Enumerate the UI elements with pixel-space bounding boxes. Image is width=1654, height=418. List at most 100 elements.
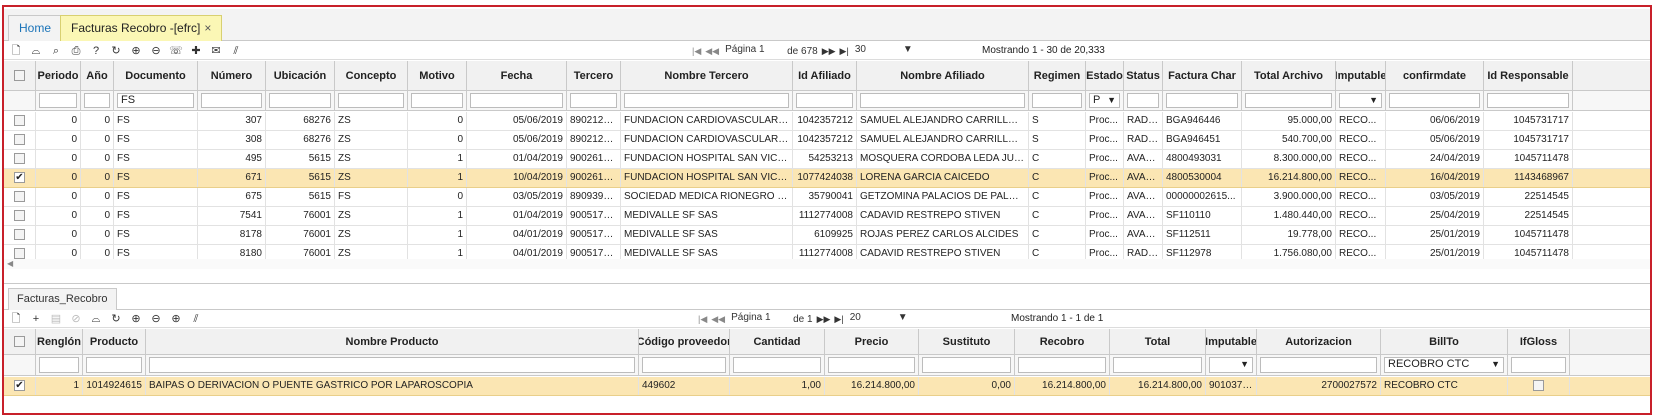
- save-icon[interactable]: ▤: [46, 311, 66, 327]
- column-filter-input[interactable]: [1260, 357, 1377, 373]
- column-filter-input[interactable]: [39, 357, 79, 373]
- table-row[interactable]: 0 0 FS 7541 76001 ZS 1 01/04/2019 9005179... MEDI…: [4, 207, 1650, 226]
- plus-circle-icon[interactable]: ⊕: [166, 311, 186, 327]
- last-page-icon[interactable]: ▶|: [834, 314, 843, 325]
- column-header[interactable]: Producto: [83, 329, 146, 354]
- select-all-checkbox-cell[interactable]: [4, 61, 36, 90]
- column-header[interactable]: Imputable: [1206, 329, 1257, 354]
- column-header[interactable]: Total Archivo: [1242, 61, 1336, 90]
- column-header[interactable]: Precio: [825, 329, 919, 354]
- column-header[interactable]: Id Afiliado: [793, 61, 857, 90]
- help-icon[interactable]: ?: [86, 43, 106, 59]
- column-header[interactable]: IfGloss: [1508, 329, 1570, 354]
- refresh-icon[interactable]: ↻: [106, 43, 126, 59]
- column-filter-input[interactable]: ▼: [1209, 357, 1253, 373]
- page-size-select[interactable]: 30 ▼: [853, 44, 915, 58]
- column-header[interactable]: Imputable: [1336, 61, 1386, 90]
- row-checkbox[interactable]: [14, 190, 25, 202]
- column-header[interactable]: Concepto: [335, 61, 408, 90]
- page-input[interactable]: Página 1: [723, 44, 783, 58]
- table-row[interactable]: 0 0 FS 308 68276 ZS 0 05/06/2019 8902125... FUNDA…: [4, 131, 1650, 150]
- select-all-checkbox[interactable]: [14, 336, 25, 347]
- search-icon[interactable]: ⌕: [46, 43, 66, 59]
- column-header[interactable]: Periodo: [36, 61, 81, 90]
- column-header[interactable]: Factura Char: [1163, 61, 1242, 90]
- column-filter-input[interactable]: [1032, 93, 1082, 108]
- column-filter-input[interactable]: [642, 357, 726, 373]
- column-header[interactable]: Documento: [114, 61, 198, 90]
- row-checkbox[interactable]: [14, 228, 25, 240]
- column-filter-input[interactable]: [39, 93, 77, 108]
- pin-icon[interactable]: ✚: [186, 43, 206, 59]
- column-filter-input[interactable]: FS: [117, 93, 194, 108]
- horizontal-scrollbar[interactable]: ◀: [4, 259, 1650, 269]
- column-header[interactable]: Status: [1124, 61, 1163, 90]
- select-all-checkbox[interactable]: [14, 70, 25, 81]
- zoom-out-icon[interactable]: ⊖: [146, 311, 166, 327]
- close-icon[interactable]: ×: [204, 21, 211, 35]
- column-header[interactable]: Fecha: [467, 61, 567, 90]
- comment-icon[interactable]: ☏: [166, 43, 186, 59]
- refresh-icon[interactable]: ↻: [106, 311, 126, 327]
- column-filter-input[interactable]: [1166, 93, 1238, 108]
- next-page-icon[interactable]: ▶▶: [822, 46, 836, 57]
- column-filter-input[interactable]: [828, 357, 915, 373]
- prev-page-icon[interactable]: ◀◀: [711, 314, 725, 325]
- column-header[interactable]: Nombre Tercero: [621, 61, 793, 90]
- column-filter-input[interactable]: [1245, 93, 1332, 108]
- row-checkbox[interactable]: ✔: [14, 171, 25, 183]
- table-row[interactable]: ✔ 0 0 FS 671 5615 ZS 1 10/04/2019 9002613... FUNDA…: [4, 169, 1650, 188]
- column-header[interactable]: Id Responsable: [1484, 61, 1573, 90]
- column-header[interactable]: Nombre Afiliado: [857, 61, 1029, 90]
- column-header[interactable]: Renglón: [36, 329, 83, 354]
- resize-icon[interactable]: ⫽: [186, 311, 206, 327]
- column-filter-input[interactable]: [1511, 357, 1566, 373]
- column-filter-input[interactable]: [84, 93, 110, 108]
- first-page-icon[interactable]: |◀: [698, 314, 707, 325]
- column-header[interactable]: Número: [198, 61, 266, 90]
- column-filter-input[interactable]: P ▼: [1089, 93, 1120, 108]
- row-checkbox[interactable]: ✔: [14, 379, 25, 391]
- select-all-checkbox-cell[interactable]: [4, 329, 36, 354]
- column-header[interactable]: Ubicación: [266, 61, 335, 90]
- page-input[interactable]: Página 1: [729, 312, 789, 326]
- column-filter-input[interactable]: [922, 357, 1011, 373]
- table-row[interactable]: 0 0 FS 8178 76001 ZS 1 04/01/2019 9005179... MEDI…: [4, 226, 1650, 245]
- column-header[interactable]: Tercero: [567, 61, 621, 90]
- resize-icon[interactable]: ⫽: [226, 43, 246, 59]
- column-header[interactable]: BillTo: [1381, 329, 1508, 354]
- column-filter-input[interactable]: RECOBRO CTC ▼: [1384, 357, 1504, 373]
- column-header[interactable]: Regimen: [1029, 61, 1086, 90]
- column-filter-input[interactable]: [1487, 93, 1569, 108]
- table-row[interactable]: 0 0 FS 307 68276 ZS 0 05/06/2019 8902125... FUNDA…: [4, 112, 1650, 131]
- column-header[interactable]: Cantidad: [730, 329, 825, 354]
- column-filter-input[interactable]: [411, 93, 463, 108]
- new-icon[interactable]: 🗋: [6, 311, 26, 327]
- column-filter-input[interactable]: [1127, 93, 1159, 108]
- column-filter-input[interactable]: ▼: [1339, 93, 1382, 108]
- column-filter-input[interactable]: [860, 93, 1025, 108]
- column-header[interactable]: Total: [1110, 329, 1206, 354]
- column-filter-input[interactable]: [733, 357, 821, 373]
- column-header[interactable]: Recobro: [1015, 329, 1110, 354]
- zoom-in-icon[interactable]: ⊕: [126, 311, 146, 327]
- column-header[interactable]: Autorizacion: [1257, 329, 1381, 354]
- row-checkbox[interactable]: [14, 209, 25, 221]
- zoom-in-icon[interactable]: ⊕: [126, 43, 146, 59]
- tab-facturas-recobro-detail[interactable]: Facturas_Recobro: [8, 288, 117, 311]
- add-icon[interactable]: +: [26, 311, 46, 327]
- new-icon[interactable]: 🗋: [6, 43, 26, 59]
- row-checkbox[interactable]: [14, 114, 25, 126]
- column-filter-input[interactable]: [624, 93, 789, 108]
- mail-icon[interactable]: ✉: [206, 43, 226, 59]
- row-checkbox[interactable]: [14, 152, 25, 164]
- page-size-select[interactable]: 20 ▼: [848, 312, 910, 326]
- column-filter-input[interactable]: [470, 93, 563, 108]
- column-filter-input[interactable]: [1389, 93, 1480, 108]
- column-filter-input[interactable]: [1113, 357, 1202, 373]
- filter-icon[interactable]: ⌓: [86, 311, 106, 327]
- prev-page-icon[interactable]: ◀◀: [705, 46, 719, 57]
- column-filter-input[interactable]: [1018, 357, 1106, 373]
- column-header[interactable]: Código proveedor: [639, 329, 730, 354]
- tab-facturas-recobro[interactable]: Facturas Recobro -[efrc] ×: [60, 15, 223, 41]
